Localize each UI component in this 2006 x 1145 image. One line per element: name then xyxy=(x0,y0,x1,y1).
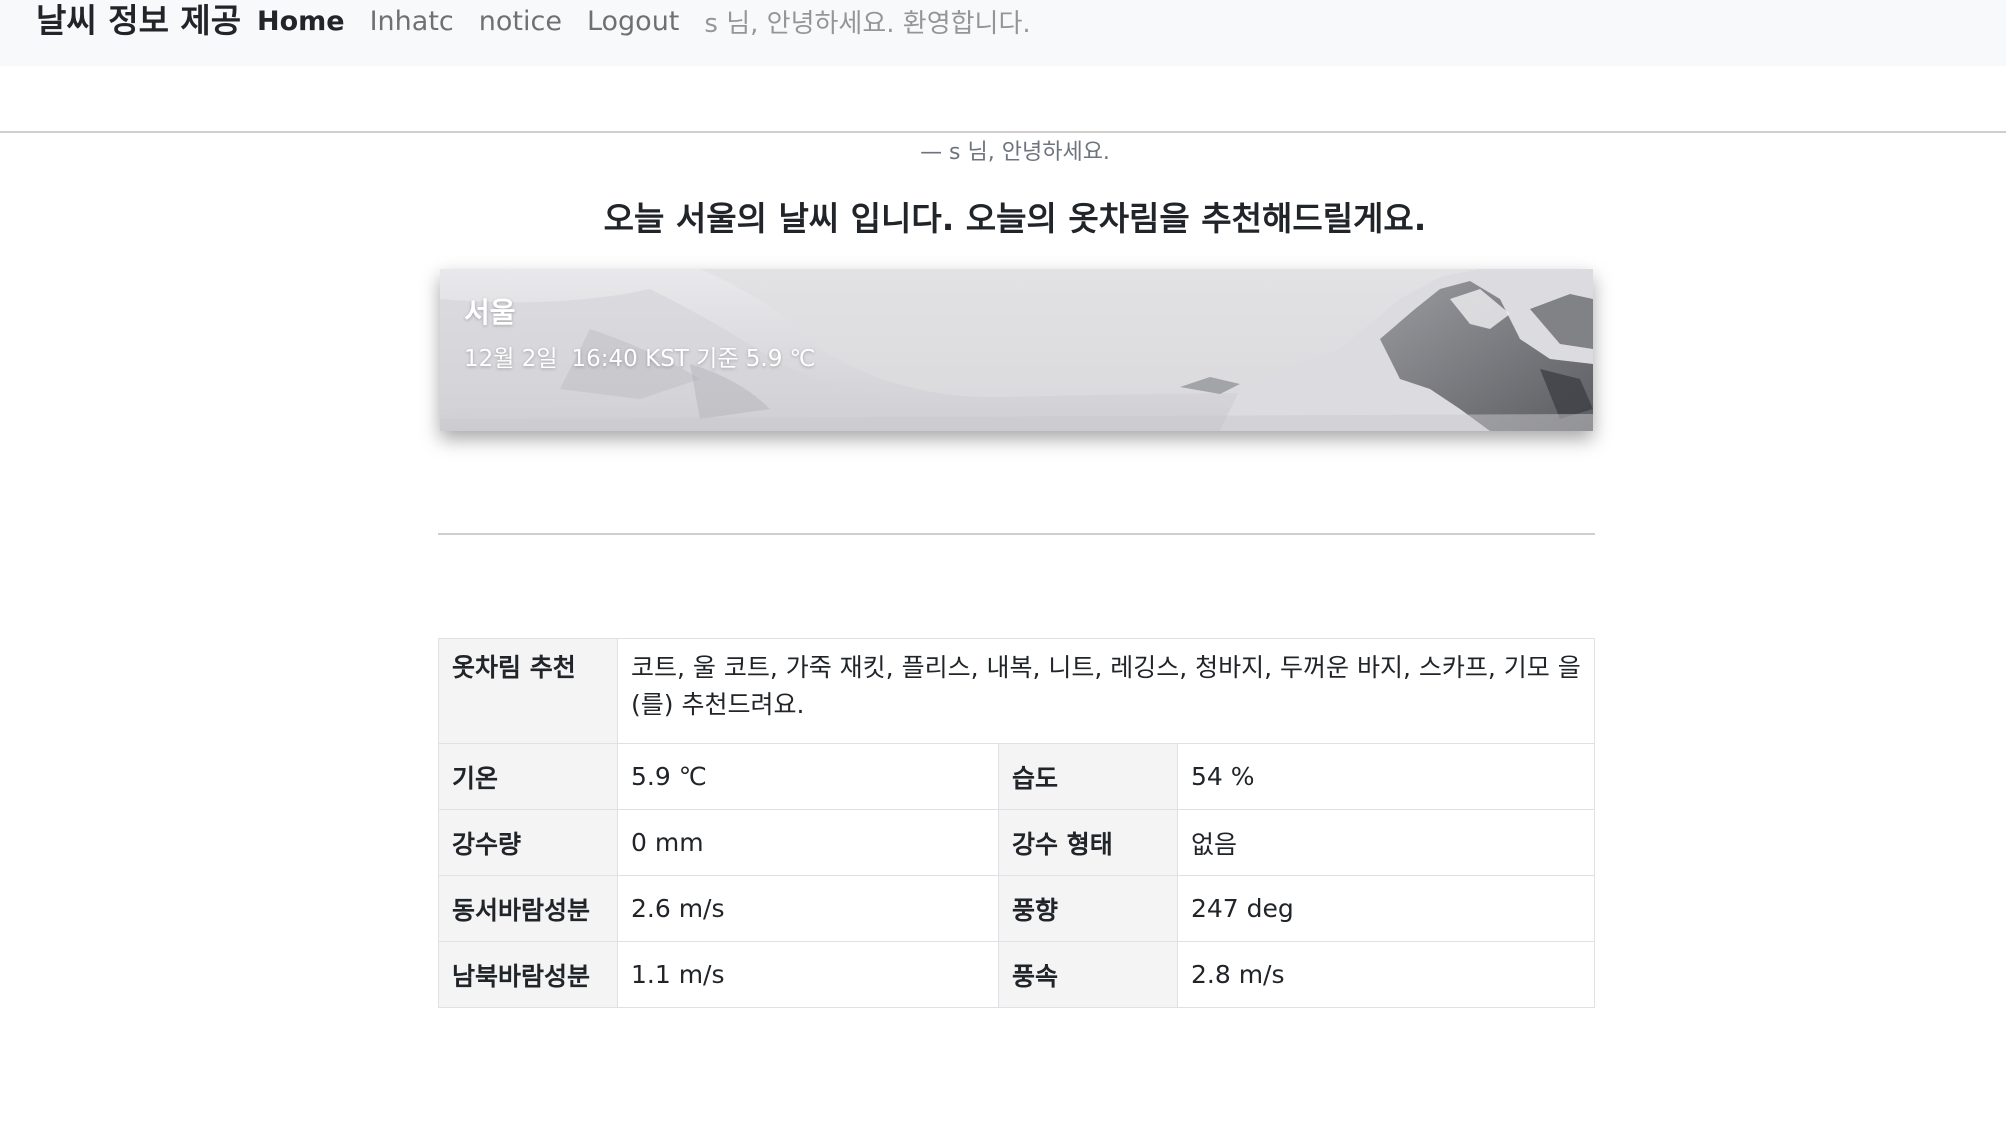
weather-info-table: 옷차림 추천 코트, 울 코트, 가죽 재킷, 플리스, 내복, 니트, 레깅스… xyxy=(438,638,1595,1008)
header-divider xyxy=(0,131,2006,133)
navbar: 날씨 정보 제공 Home Inhatc notice Logout s 님, … xyxy=(0,0,2006,66)
brand-title[interactable]: 날씨 정보 제공 xyxy=(36,0,241,42)
table-cell-value: 5.9 ℃ xyxy=(617,743,999,810)
section-divider xyxy=(438,533,1595,535)
table-cell-value: 2.6 m/s xyxy=(617,875,999,942)
table-cell-label: 남북바람성분 xyxy=(438,941,618,1008)
table-cell-label: 풍향 xyxy=(998,875,1178,942)
card-timestamp: 12월 2일 16:40 KST 기준 5.9 ℃ xyxy=(464,339,816,373)
nav-link-inhatc[interactable]: Inhatc xyxy=(370,6,454,37)
table-row-recommendation: 옷차림 추천 코트, 울 코트, 가죽 재킷, 플리스, 내복, 니트, 레깅스… xyxy=(438,638,1595,744)
table-cell-value: 1.1 m/s xyxy=(617,941,999,1008)
recommendation-label: 옷차림 추천 xyxy=(438,638,618,744)
table-cell-value: 없음 xyxy=(1177,809,1595,876)
nav-link-home[interactable]: Home xyxy=(257,6,345,37)
table-cell-value: 0 mm xyxy=(617,809,999,876)
greeting-subtitle: — s 님, 안녕하세요. xyxy=(920,140,1110,165)
table-row: 강수량 0 mm 강수 형태 없음 xyxy=(438,809,1595,876)
nav-link-logout[interactable]: Logout xyxy=(587,6,679,37)
table-cell-label: 강수량 xyxy=(438,809,618,876)
nav-links: Home Inhatc notice Logout s 님, 안녕하세요. 환영… xyxy=(257,0,1031,42)
weather-card: 서울 12월 2일 16:40 KST 기준 5.9 ℃ xyxy=(440,269,1593,431)
table-cell-value: 54 % xyxy=(1177,743,1595,810)
table-cell-value: 247 deg xyxy=(1177,875,1595,942)
table-cell-label: 동서바람성분 xyxy=(438,875,618,942)
nav-greeting-text: s 님, 안녕하세요. 환영합니다. xyxy=(704,8,1031,39)
card-time-temperature: 16:40 KST 기준 5.9 ℃ xyxy=(571,346,816,372)
table-cell-label: 습도 xyxy=(998,743,1178,810)
table-row: 기온 5.9 ℃ 습도 54 % xyxy=(438,743,1595,810)
nav-link-notice[interactable]: notice xyxy=(479,6,562,37)
card-date: 12월 2일 xyxy=(464,346,558,372)
table-cell-label: 강수 형태 xyxy=(998,809,1178,876)
recommendation-value: 코트, 울 코트, 가죽 재킷, 플리스, 내복, 니트, 레깅스, 청바지, … xyxy=(617,638,1595,744)
table-row: 동서바람성분 2.6 m/s 풍향 247 deg xyxy=(438,875,1595,942)
card-city-name: 서울 xyxy=(464,296,516,329)
table-cell-label: 기온 xyxy=(438,743,618,810)
table-cell-value: 2.8 m/s xyxy=(1177,941,1595,1008)
table-cell-label: 풍속 xyxy=(998,941,1178,1008)
page-headline: 오늘 서울의 날씨 입니다. 오늘의 옷차림을 추천해드릴게요. xyxy=(603,199,1427,238)
table-row: 남북바람성분 1.1 m/s 풍속 2.8 m/s xyxy=(438,941,1595,1008)
